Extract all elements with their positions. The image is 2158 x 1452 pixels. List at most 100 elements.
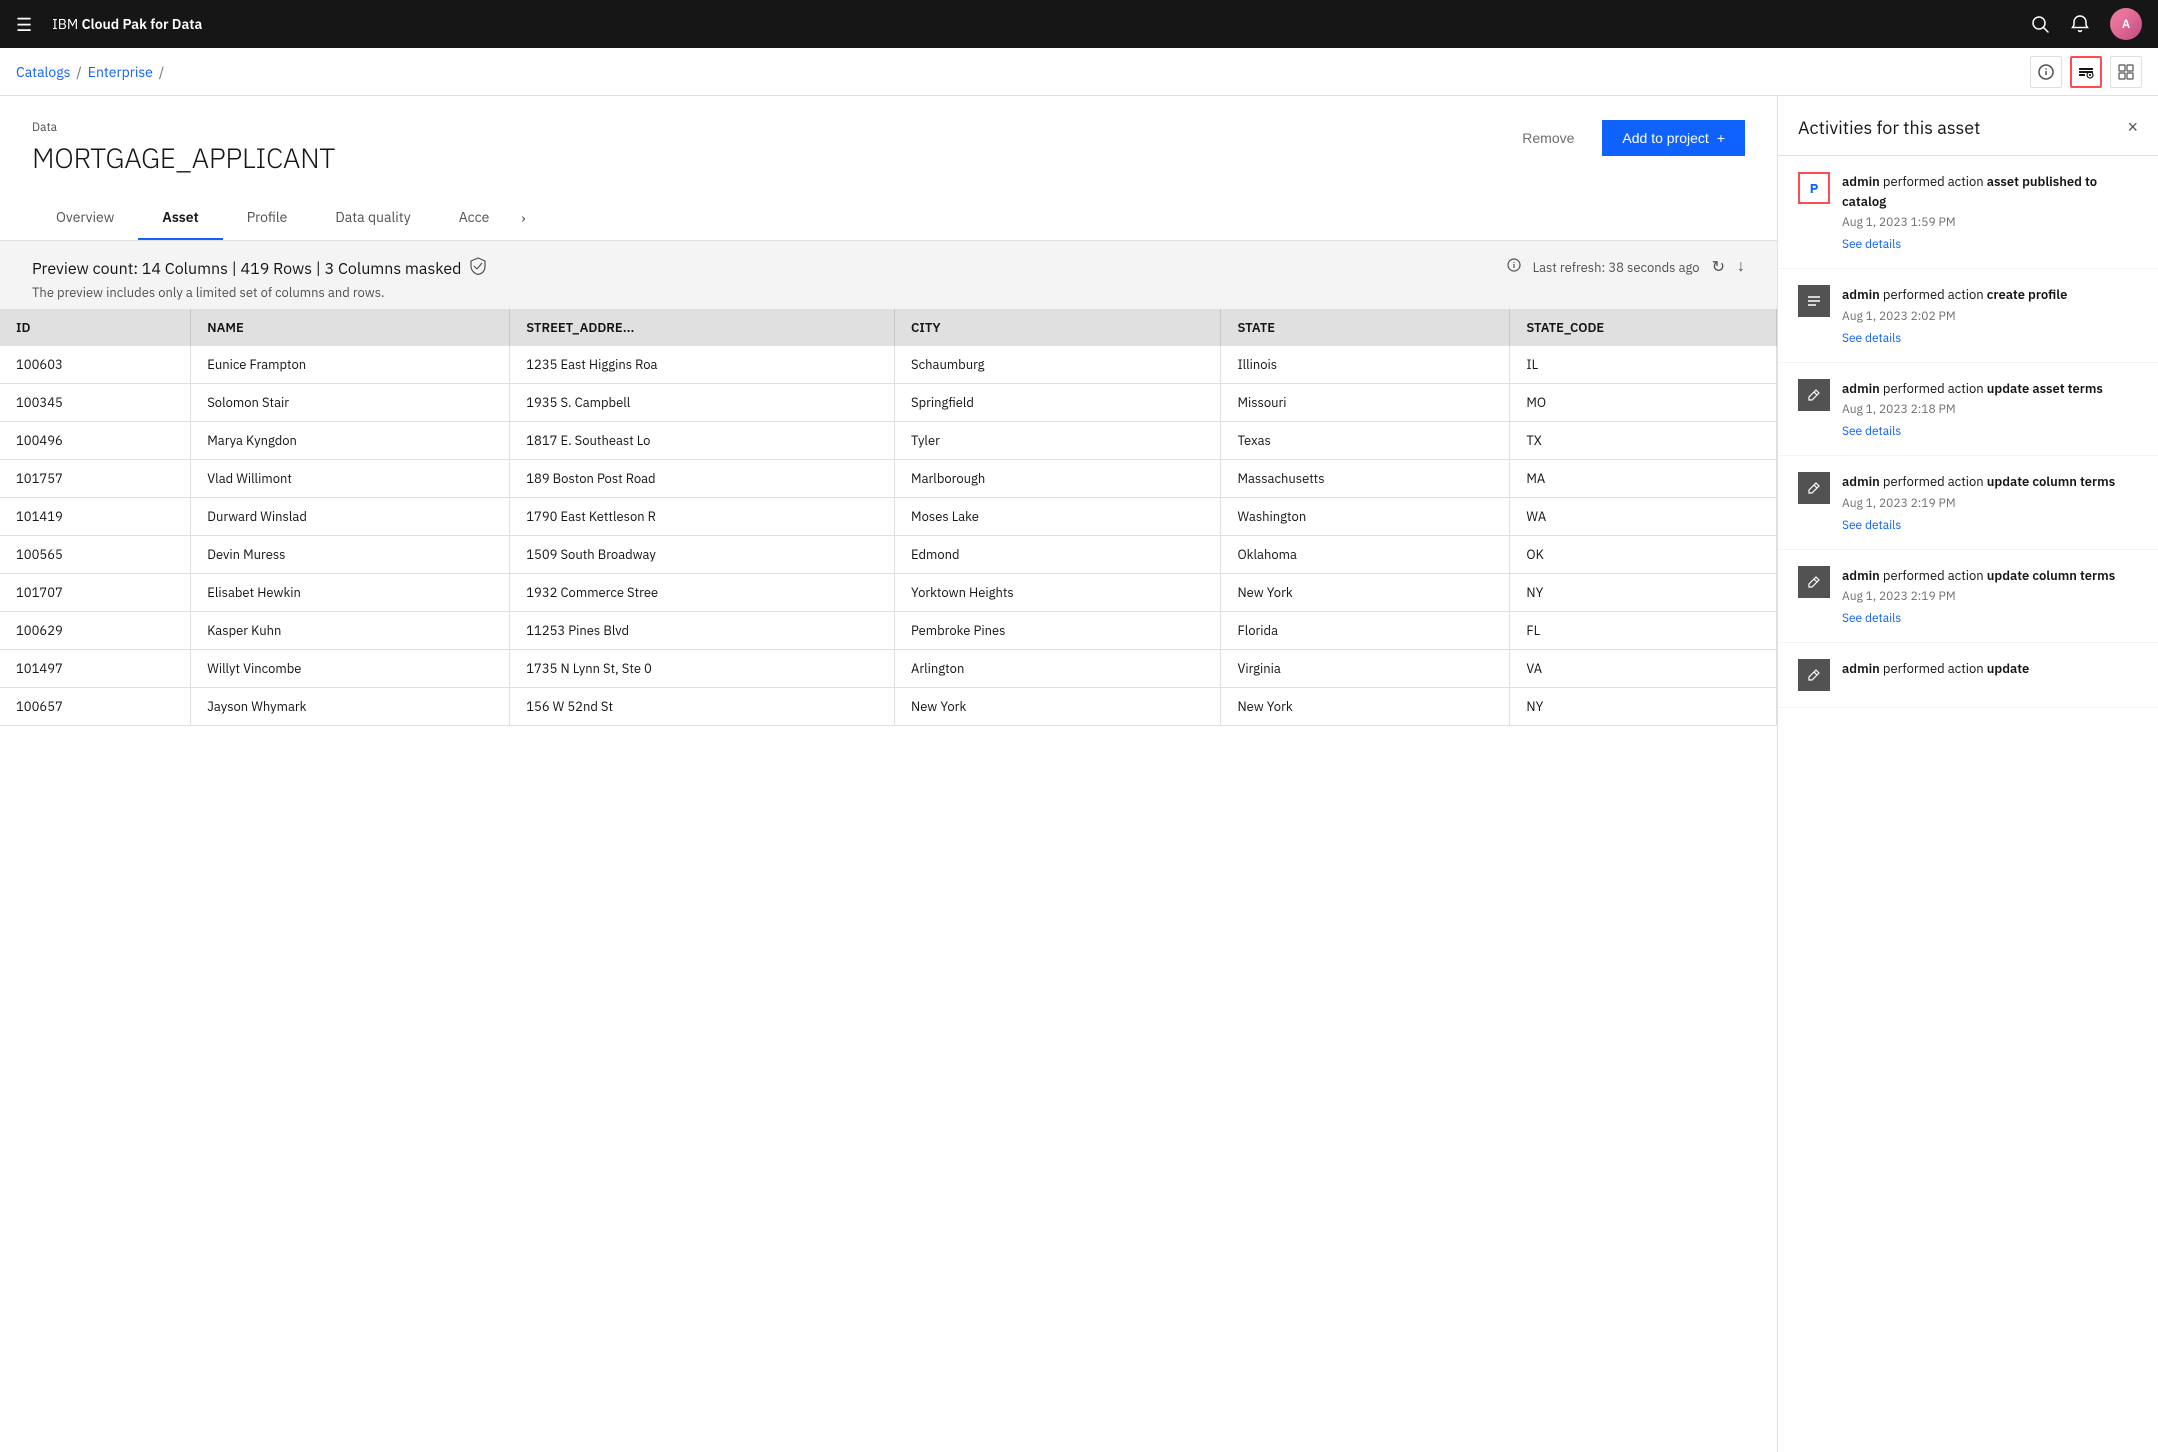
app-title: IBM Cloud Pak for Data (52, 15, 202, 33)
table-cell: 1817 E. Southeast Lo (510, 422, 895, 460)
see-details-link[interactable]: See details (1842, 424, 1901, 439)
breadcrumb-sep2: / (159, 63, 164, 81)
table-row: 101707Elisabet Hewkin1932 Commerce Stree… (0, 574, 1777, 612)
table-cell: 156 W 52nd St (510, 688, 895, 726)
table-cell: FL (1510, 612, 1777, 650)
breadcrumb-catalogs[interactable]: Catalogs (16, 63, 70, 81)
table-cell: 1735 N Lynn St, Ste 0 (510, 650, 895, 688)
info-button[interactable] (2030, 56, 2062, 88)
table-cell: Washington (1221, 498, 1510, 536)
add-to-project-button[interactable]: Add to project + (1602, 120, 1745, 156)
tab-asset[interactable]: Asset (138, 196, 222, 240)
table-cell: 101757 (0, 460, 191, 498)
table-row: 100565Devin Muress1509 South BroadwayEdm… (0, 536, 1777, 574)
remove-button[interactable]: Remove (1506, 122, 1590, 154)
preview-stats-block: Preview count: 14 Columns | 419 Rows | 3… (32, 257, 487, 301)
breadcrumb-enterprise[interactable]: Enterprise (88, 63, 153, 81)
activity-text: admin performed action update (1842, 659, 2138, 679)
table-cell: Moses Lake (895, 498, 1221, 536)
download-button[interactable]: ↓ (1737, 258, 1745, 276)
table-row: 100603Eunice Frampton1235 East Higgins R… (0, 346, 1777, 384)
table-cell: 101497 (0, 650, 191, 688)
table-cell: Edmond (895, 536, 1221, 574)
activity-text: admin performed action update column ter… (1842, 472, 2138, 492)
activity-icon (1798, 285, 1830, 317)
see-details-link[interactable]: See details (1842, 237, 1901, 252)
shield-icon (469, 257, 487, 280)
table-cell: New York (1221, 574, 1510, 612)
activity-text: admin performed action asset published t… (1842, 172, 2138, 211)
table-cell: Florida (1221, 612, 1510, 650)
table-cell: Elisabet Hewkin (191, 574, 510, 612)
table-cell: 100603 (0, 346, 191, 384)
table-cell: Jayson Whymark (191, 688, 510, 726)
table-cell: 100496 (0, 422, 191, 460)
table-row: 100496Marya Kyngdon1817 E. Southeast LoT… (0, 422, 1777, 460)
activities-close-button[interactable]: × (2127, 117, 2138, 138)
refresh-button[interactable]: ↻ (1712, 257, 1725, 277)
see-details-link[interactable]: See details (1842, 518, 1901, 533)
table-cell: Marlborough (895, 460, 1221, 498)
table-row: 101757Vlad Willimont189 Boston Post Road… (0, 460, 1777, 498)
tab-data-quality[interactable]: Data quality (311, 196, 434, 240)
table-cell: Illinois (1221, 346, 1510, 384)
table-cell: Arlington (895, 650, 1221, 688)
breadcrumb-bar: Catalogs / Enterprise / (0, 48, 2158, 96)
activity-item: admin performed action update column ter… (1778, 456, 2158, 550)
see-details-link[interactable]: See details (1842, 611, 1901, 626)
col-header-city: CITY (895, 309, 1221, 346)
table-cell: Marya Kyngdon (191, 422, 510, 460)
tab-profile[interactable]: Profile (223, 196, 312, 240)
search-icon[interactable] (2030, 14, 2050, 34)
asset-header-row: Data MORTGAGE_APPLICANT Remove Add to pr… (32, 120, 1745, 196)
table-cell: Willyt Vincombe (191, 650, 510, 688)
activity-icon (1798, 379, 1830, 411)
table-cell: MA (1510, 460, 1777, 498)
main-layout: Data MORTGAGE_APPLICANT Remove Add to pr… (0, 96, 2158, 1452)
table-cell: Eunice Frampton (191, 346, 510, 384)
see-details-link[interactable]: See details (1842, 331, 1901, 346)
col-header-id: ID (0, 309, 191, 346)
notifications-icon[interactable] (2070, 14, 2090, 34)
grid-button[interactable] (2110, 56, 2142, 88)
activity-icon: P (1798, 172, 1830, 204)
table-cell: Devin Muress (191, 536, 510, 574)
activity-timestamp: Aug 1, 2023 2:18 PM (1842, 402, 2138, 417)
table-row: 100657Jayson Whymark156 W 52nd St New Yor… (0, 688, 1777, 726)
user-avatar[interactable]: A (2110, 8, 2142, 40)
table-cell: 11253 Pines Blvd (510, 612, 895, 650)
plus-icon: + (1717, 130, 1725, 146)
top-navigation: ☰ IBM Cloud Pak for Data A (0, 0, 2158, 48)
table-cell: Kasper Kuhn (191, 612, 510, 650)
preview-stats: Preview count: 14 Columns | 419 Rows | 3… (32, 257, 487, 280)
asset-label: Data (32, 120, 335, 135)
activity-timestamp: Aug 1, 2023 1:59 PM (1842, 215, 2138, 230)
table-cell: 100629 (0, 612, 191, 650)
activity-item: admin performed action create profileAug… (1778, 269, 2158, 363)
layout-button[interactable] (2070, 56, 2102, 88)
table-cell: 100565 (0, 536, 191, 574)
activity-icon (1798, 566, 1830, 598)
table-cell: 1509 South Broadway (510, 536, 895, 574)
table-cell: New York (1221, 688, 1510, 726)
activity-text: admin performed action create profile (1842, 285, 2138, 305)
table-cell: 100657 (0, 688, 191, 726)
table-cell: Virginia (1221, 650, 1510, 688)
table-row: 100345Solomon Stair1935 S. CampbellSprin… (0, 384, 1777, 422)
tab-overview[interactable]: Overview (32, 196, 138, 240)
tab-more[interactable]: › (513, 196, 533, 240)
table-row: 101497Willyt Vincombe1735 N Lynn St, Ste… (0, 650, 1777, 688)
activity-content: admin performed action create profileAug… (1842, 285, 2138, 346)
topnav-icons: A (2030, 8, 2142, 40)
activity-item: admin performed action update (1778, 643, 2158, 708)
tab-access[interactable]: Acce (435, 196, 514, 240)
activity-content: admin performed action update asset term… (1842, 379, 2138, 440)
table-cell: Tyler (895, 422, 1221, 460)
activity-text: admin performed action update column ter… (1842, 566, 2138, 586)
breadcrumb: Catalogs / Enterprise / (16, 63, 164, 81)
hamburger-menu[interactable]: ☰ (16, 13, 32, 36)
table-body: 100603Eunice Frampton1235 East Higgins R… (0, 346, 1777, 726)
table-cell: 1932 Commerce Stree (510, 574, 895, 612)
asset-title: MORTGAGE_APPLICANT (32, 139, 335, 176)
table-cell: Springfield (895, 384, 1221, 422)
